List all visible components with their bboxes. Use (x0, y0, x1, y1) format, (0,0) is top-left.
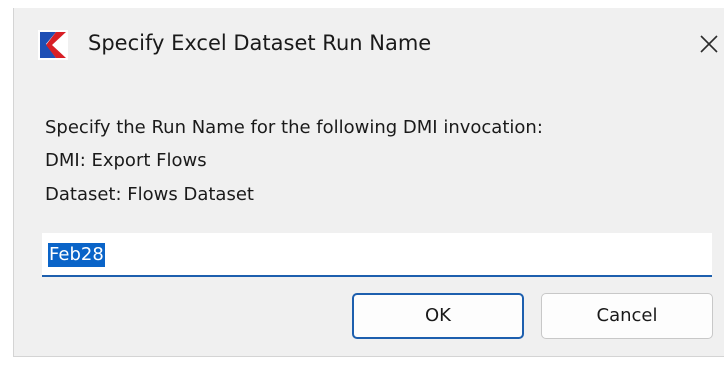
dmi-label: DMI: Export Flows (45, 150, 207, 171)
run-name-value: Feb28 (48, 243, 105, 267)
close-icon[interactable] (693, 27, 724, 61)
dialog-title: Specify Excel Dataset Run Name (88, 31, 432, 55)
ok-button[interactable]: OK (352, 293, 524, 339)
dataset-label: Dataset: Flows Dataset (45, 184, 254, 205)
riverware-logo-icon (38, 30, 68, 60)
instruction-text: Specify the Run Name for the following D… (45, 117, 543, 138)
run-name-input[interactable]: Feb28 (42, 233, 712, 277)
cancel-button[interactable]: Cancel (541, 293, 713, 339)
title-bar: Specify Excel Dataset Run Name (14, 8, 724, 78)
run-name-dialog: Specify Excel Dataset Run Name Specify t… (13, 8, 724, 357)
